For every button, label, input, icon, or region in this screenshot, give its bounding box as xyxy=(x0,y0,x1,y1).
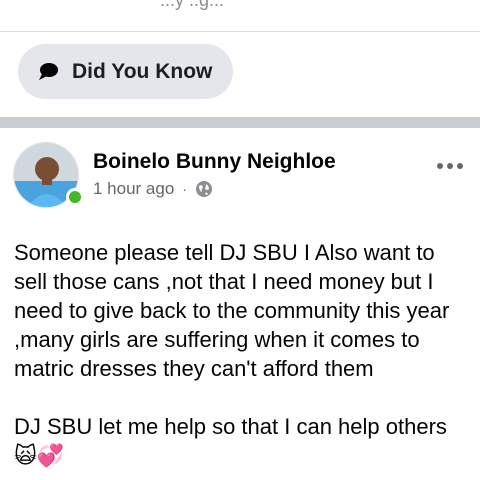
post-author-name[interactable]: Boinelo Bunny Neighloe xyxy=(93,150,336,174)
more-options-icon[interactable] xyxy=(432,154,468,178)
speech-bubble-icon xyxy=(36,60,60,84)
chip-label: Did You Know xyxy=(72,59,213,83)
feed-separator xyxy=(0,117,480,128)
previous-post-footer: ...y ..g... xyxy=(0,0,480,32)
post-timestamp[interactable]: 1 hour ago xyxy=(93,179,174,199)
online-status-indicator xyxy=(66,188,84,206)
meta-separator: · xyxy=(182,181,187,197)
did-you-know-chip[interactable]: Did You Know xyxy=(18,44,233,99)
globe-icon xyxy=(195,180,213,198)
post-card: Boinelo Bunny Neighloe 1 hour ago · Some… xyxy=(0,128,480,480)
previous-post-text: ...y ..g... xyxy=(160,0,225,10)
post-body-text: Someone please tell DJ SBU I Also want t… xyxy=(14,240,450,468)
post-meta: 1 hour ago · xyxy=(93,179,213,199)
